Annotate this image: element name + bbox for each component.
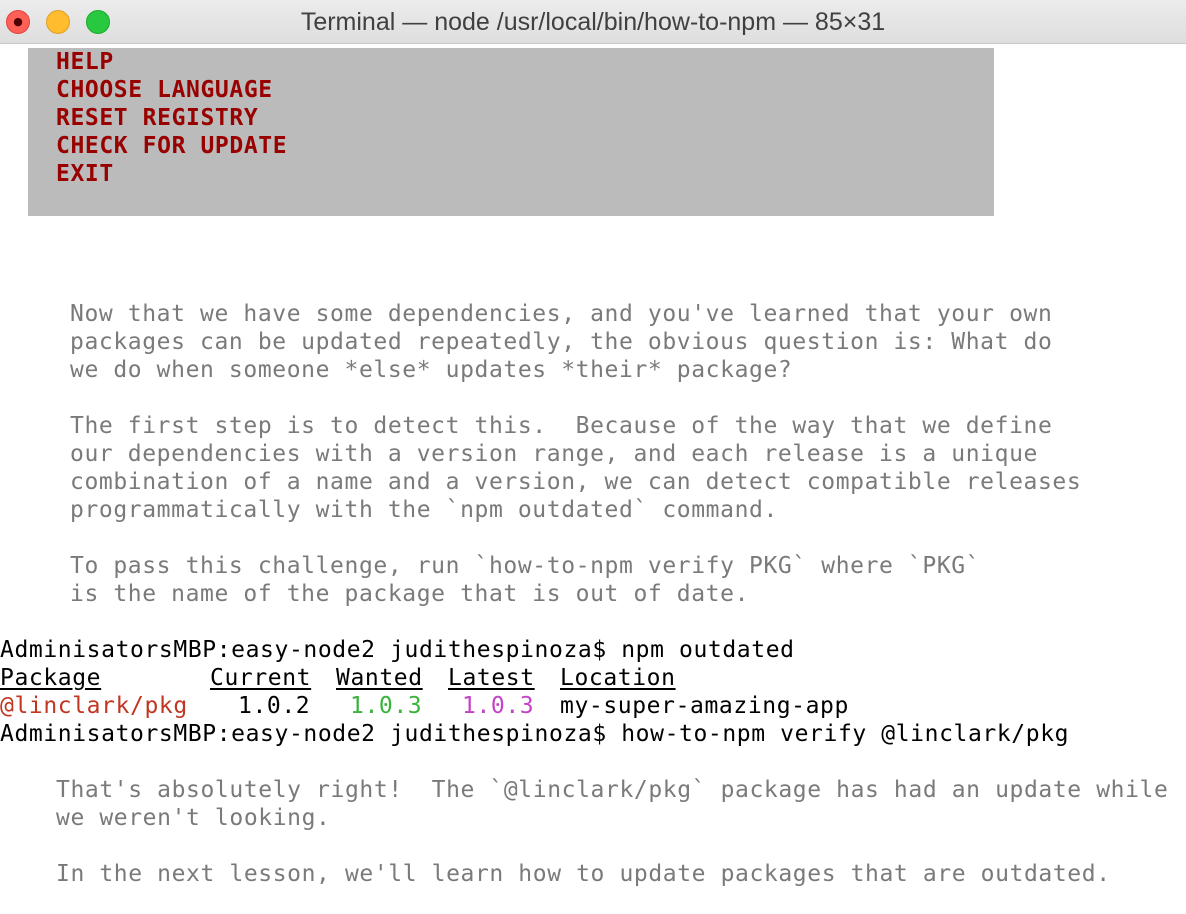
- shell-prompt: AdminisatorsMBP:easy-node2 judithespinoz…: [0, 637, 607, 663]
- command-line: AdminisatorsMBP:easy-node2 judithespinoz…: [0, 636, 795, 664]
- column-header-current: Current: [210, 665, 312, 691]
- lesson-line: To pass this challenge, run `how-to-npm …: [70, 553, 981, 579]
- shell-command: how-to-npm verify @linclark/pkg: [621, 721, 1070, 747]
- lesson-line: The first step is to detect this. Becaus…: [70, 413, 1053, 439]
- shell-command: npm outdated: [621, 637, 795, 663]
- menu-item-choose-language[interactable]: CHOOSE LANGUAGE: [56, 76, 273, 104]
- result-line: we weren't looking.: [56, 805, 331, 831]
- shell-prompt: AdminisatorsMBP:easy-node2 judithespinoz…: [0, 721, 607, 747]
- column-header-wanted: Wanted: [336, 665, 423, 691]
- column-header-latest: Latest: [448, 665, 535, 691]
- terminal-output[interactable]: HELP CHOOSE LANGUAGE RESET REGISTRY CHEC…: [0, 44, 1186, 914]
- lesson-line: packages can be updated repeatedly, the …: [70, 329, 1053, 355]
- window-titlebar: ● Terminal — node /usr/local/bin/how-to-…: [0, 0, 1186, 44]
- menu-item-exit[interactable]: EXIT: [56, 160, 114, 188]
- menu-item-help[interactable]: HELP: [56, 48, 114, 76]
- package-location: my-super-amazing-app: [560, 693, 849, 719]
- lesson-line: combination of a name and a version, we …: [70, 469, 1082, 495]
- column-header-package: Package: [0, 665, 102, 691]
- result-line: In the next lesson, we'll learn how to u…: [56, 861, 1111, 887]
- menu-item-reset-registry[interactable]: RESET REGISTRY: [56, 104, 258, 132]
- lesson-line: is the name of the package that is out o…: [70, 581, 750, 607]
- lesson-line: our dependencies with a version range, a…: [70, 441, 1038, 467]
- latest-version: 1.0.3: [462, 693, 535, 719]
- package-name: @linclark/pkg: [0, 693, 188, 719]
- wanted-version: 1.0.3: [350, 693, 423, 719]
- current-version: 1.0.2: [238, 693, 311, 719]
- lesson-line: programmatically with the `npm outdated`…: [70, 497, 778, 523]
- command-line: AdminisatorsMBP:easy-node2 judithespinoz…: [0, 720, 1069, 748]
- lesson-line: we do when someone *else* updates *their…: [70, 357, 793, 383]
- column-header-location: Location: [560, 665, 676, 691]
- menu-item-check-for-update[interactable]: CHECK FOR UPDATE: [56, 132, 287, 160]
- lesson-line: Now that we have some dependencies, and …: [70, 301, 1053, 327]
- window-title: Terminal — node /usr/local/bin/how-to-np…: [300, 8, 886, 36]
- result-line: That's absolutely right! The `@linclark/…: [56, 777, 1169, 803]
